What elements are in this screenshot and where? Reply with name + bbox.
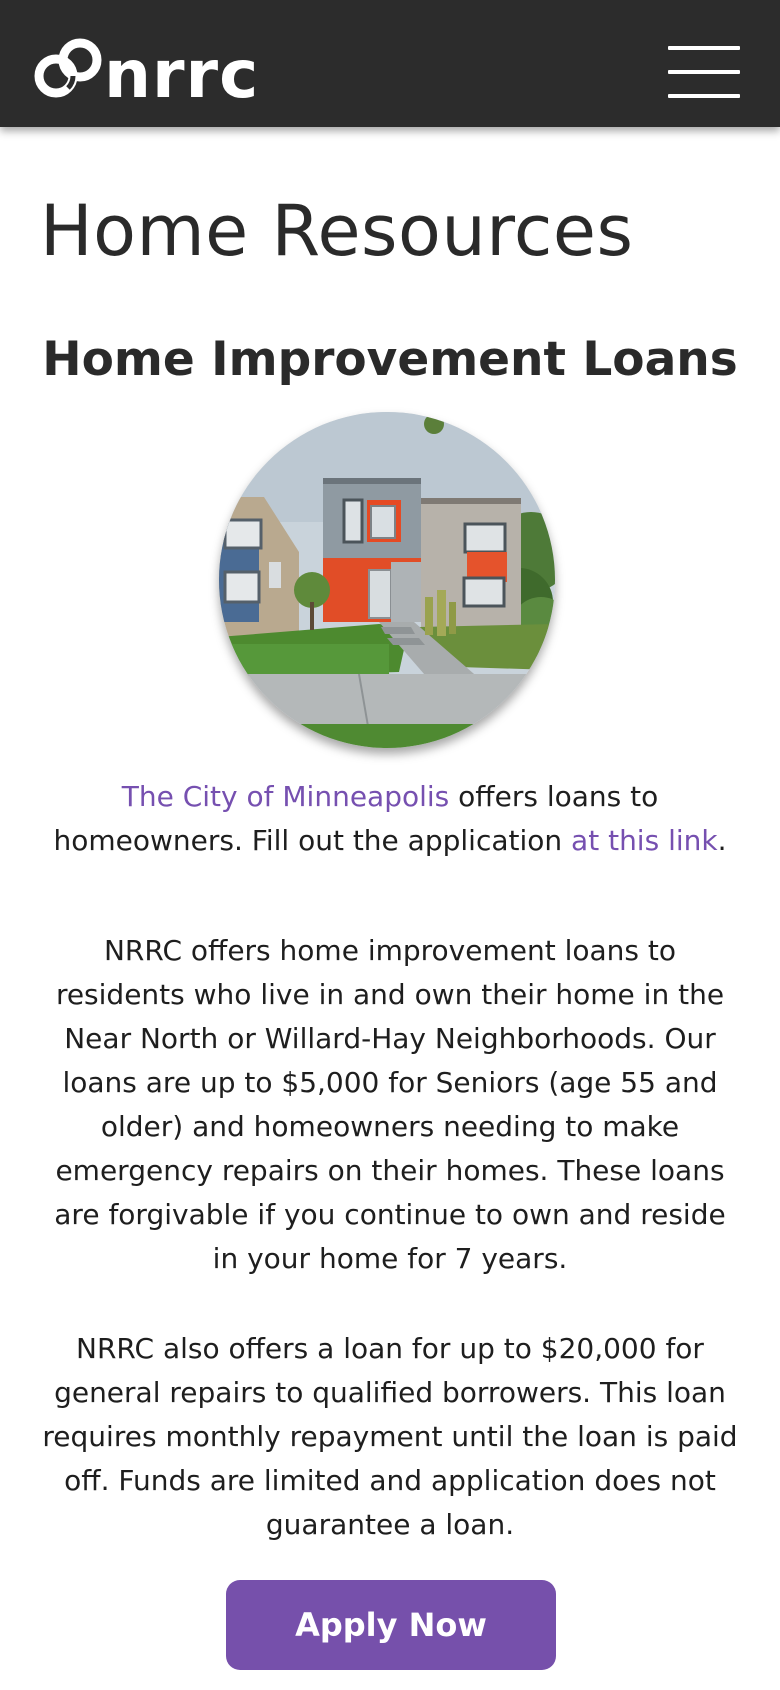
forgivable-loans-paragraph: NRRC offers home improvement loans to re… [54, 934, 726, 1275]
linked-rings-logo-icon [34, 38, 102, 98]
application-link[interactable]: at this link [571, 824, 718, 857]
city-of-minneapolis-link[interactable]: The City of Minneapolis [122, 780, 450, 813]
intro-period: . [717, 824, 727, 857]
hamburger-menu-icon[interactable] [668, 46, 740, 100]
house-illustration [219, 412, 555, 748]
section-title: Home Improvement Loans [42, 332, 738, 387]
menu-line [668, 94, 740, 98]
menu-line [668, 70, 740, 74]
top-navigation-bar: nrrc [0, 0, 780, 127]
general-repair-loan-paragraph: NRRC also offers a loan for up to $20,00… [42, 1332, 738, 1541]
apply-now-button[interactable]: Apply Now [226, 1580, 556, 1670]
intro-paragraph: The City of Minneapolis offers loans to … [40, 775, 740, 863]
nrrc-logo[interactable]: nrrc [32, 26, 259, 108]
page-title: Home Resources [40, 190, 634, 272]
logo-wordmark: nrrc [104, 36, 260, 113]
house-photo [219, 412, 555, 748]
menu-line [668, 46, 740, 50]
